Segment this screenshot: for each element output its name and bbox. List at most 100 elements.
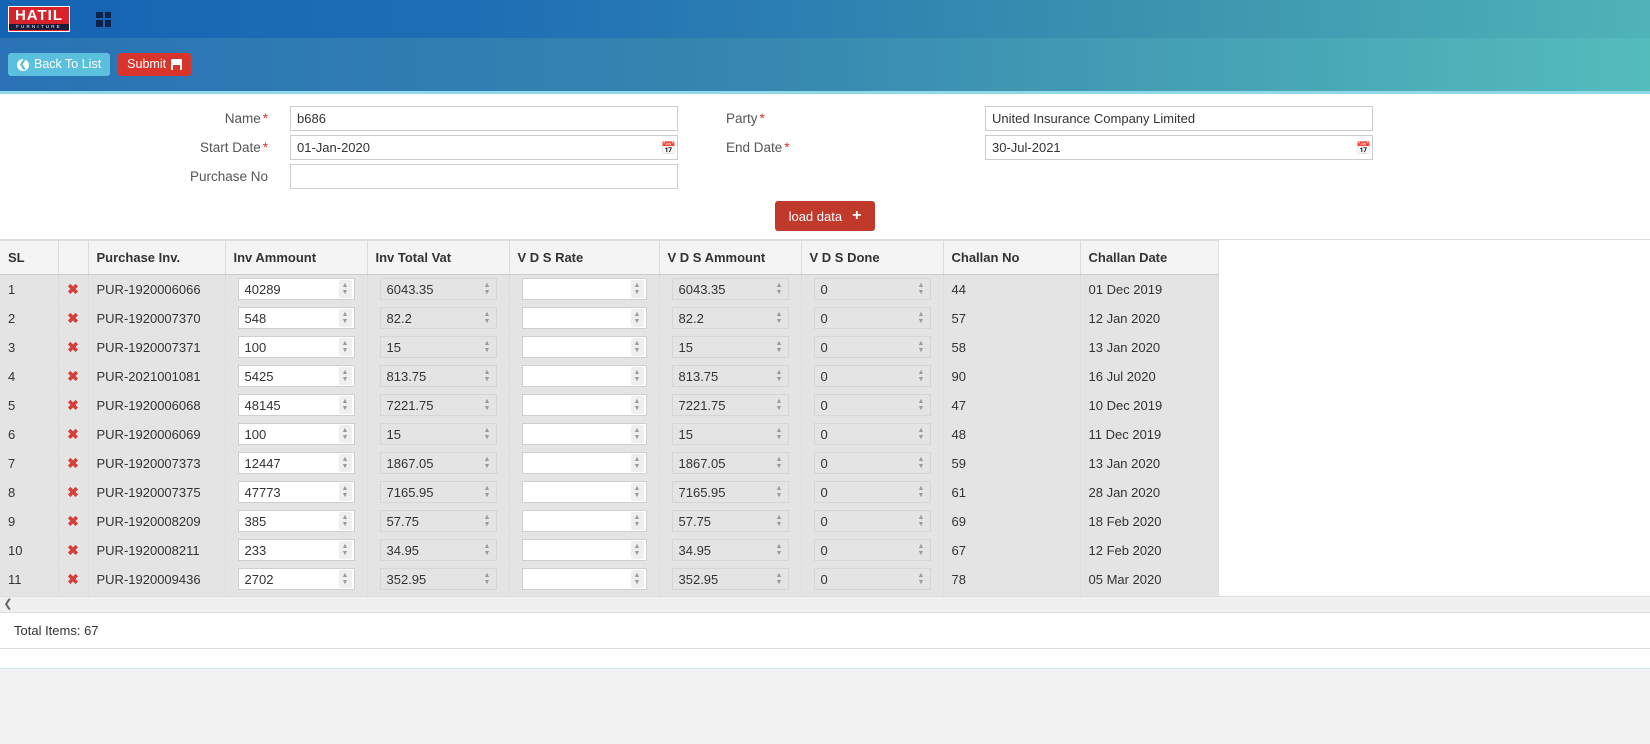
col-header-inv-total-vat[interactable]: Inv Total Vat (367, 240, 510, 275)
row-vds-amount-cell[interactable]: 7221.75 ▲ ▼ (659, 390, 802, 420)
row-vds-rate-value[interactable]: ▲ ▼ (521, 539, 647, 561)
spinner-icon[interactable]: ▲ ▼ (773, 396, 786, 414)
table-row[interactable]: 1 ✖ PUR-1920006066 40289 ▲ ▼ 6043.35 ▲ ▼ ▲ ▼ 6043.3… (0, 274, 1219, 304)
row-vds-rate-value[interactable]: ▲ ▼ (521, 568, 647, 590)
row-inv-total-vat-cell[interactable]: 82.2 ▲ ▼ (367, 303, 510, 333)
row-vds-done-cell[interactable]: 0▲▼ (801, 390, 944, 420)
delete-x-icon[interactable]: ✖ (67, 397, 79, 413)
spinner-icon[interactable]: ▲ ▼ (338, 280, 352, 298)
row-vds-rate-cell[interactable]: ▲▼ (509, 274, 660, 304)
row-vds-done-cell[interactable]: 0▲▼ (801, 303, 944, 333)
row-vds-done-cell[interactable]: 0▲▼ (801, 274, 944, 304)
row-inv-amount-cell[interactable]: 548 ▲ ▼ (225, 303, 368, 333)
row-vds-rate-cell[interactable]: ▲▼ (509, 448, 660, 478)
spinner-icon[interactable]: ▲ ▼ (338, 454, 352, 472)
row-delete-cell[interactable]: ✖ (58, 477, 89, 507)
row-vds-rate-value[interactable]: ▲ ▼ (521, 336, 647, 358)
delete-x-icon[interactable]: ✖ (67, 513, 79, 529)
name-input[interactable] (290, 106, 678, 131)
spinner-icon[interactable]: ▲ ▼ (338, 570, 352, 588)
spinner-icon[interactable]: ▲ ▼ (915, 483, 928, 501)
spinner-icon[interactable]: ▲ ▼ (630, 570, 644, 588)
row-vds-amount-cell[interactable]: 34.95 ▲ ▼ (659, 535, 802, 565)
row-vds-rate-value[interactable]: ▲ ▼ (521, 510, 647, 532)
spinner-icon[interactable]: ▲ ▼ (481, 425, 494, 443)
col-header-vds-done[interactable]: V D S Done (801, 240, 944, 275)
spinner-icon[interactable]: ▲ ▼ (915, 570, 928, 588)
row-inv-amount-cell[interactable]: 100 ▲ ▼ (225, 332, 368, 362)
row-delete-cell[interactable]: ✖ (58, 303, 89, 333)
spinner-icon[interactable]: ▲ ▼ (338, 541, 352, 559)
row-inv-amount-value[interactable]: 385 ▲ ▼ (237, 510, 355, 532)
spinner-icon[interactable]: ▲ ▼ (338, 396, 352, 414)
row-vds-rate-value[interactable]: ▲ ▼ (521, 481, 647, 503)
row-vds-rate-cell[interactable]: ▲▼ (509, 535, 660, 565)
delete-x-icon[interactable]: ✖ (67, 542, 79, 558)
spinner-icon[interactable]: ▲ ▼ (915, 280, 928, 298)
row-vds-rate-cell[interactable]: ▲▼ (509, 477, 660, 507)
row-delete-cell[interactable]: ✖ (58, 390, 89, 420)
spinner-icon[interactable]: ▲ ▼ (915, 425, 928, 443)
table-row[interactable]: 6 ✖ PUR-1920006069 100 ▲ ▼ 15 ▲ ▼ ▲ ▼ 15 ▲ ▼ 0 ▲ ▼ 48 11 D… (0, 419, 1219, 449)
row-inv-amount-value[interactable]: 2702 ▲ ▼ (237, 568, 355, 590)
row-inv-amount-cell[interactable]: 233 ▲ ▼ (225, 535, 368, 565)
row-inv-total-vat-cell[interactable]: 813.75 ▲ ▼ (367, 361, 510, 391)
spinner-icon[interactable]: ▲ ▼ (630, 483, 644, 501)
col-header-challan-date[interactable]: Challan Date (1080, 240, 1219, 275)
delete-x-icon[interactable]: ✖ (67, 484, 79, 500)
row-inv-amount-cell[interactable]: 47773 ▲ ▼ (225, 477, 368, 507)
grid-horizontal-scrollbar[interactable]: ❮ (0, 596, 1650, 613)
spinner-icon[interactable]: ▲ ▼ (481, 541, 494, 559)
spinner-icon[interactable]: ▲ ▼ (773, 309, 786, 327)
spinner-icon[interactable]: ▲ ▼ (481, 367, 494, 385)
row-delete-cell[interactable]: ✖ (58, 506, 89, 536)
spinner-icon[interactable]: ▲ ▼ (630, 367, 644, 385)
row-vds-done-cell[interactable]: 0▲▼ (801, 419, 944, 449)
row-inv-amount-value[interactable]: 5425 ▲ ▼ (237, 365, 355, 387)
row-inv-total-vat-cell[interactable]: 57.75 ▲ ▼ (367, 506, 510, 536)
spinner-icon[interactable]: ▲ ▼ (338, 309, 352, 327)
row-delete-cell[interactable]: ✖ (58, 274, 89, 304)
row-delete-cell[interactable]: ✖ (58, 361, 89, 391)
end-date-input[interactable] (985, 135, 1373, 160)
spinner-icon[interactable]: ▲ ▼ (773, 367, 786, 385)
row-vds-done-cell[interactable]: 0▲▼ (801, 361, 944, 391)
row-delete-cell[interactable]: ✖ (58, 564, 89, 594)
spinner-icon[interactable]: ▲ ▼ (773, 541, 786, 559)
col-header-challan-no[interactable]: Challan No (943, 240, 1081, 275)
load-data-button[interactable]: load data + (774, 201, 876, 231)
spinner-icon[interactable]: ▲ ▼ (481, 396, 494, 414)
spinner-icon[interactable]: ▲ ▼ (773, 512, 786, 530)
row-inv-total-vat-cell[interactable]: 6043.35 ▲ ▼ (367, 274, 510, 304)
spinner-icon[interactable]: ▲ ▼ (773, 454, 786, 472)
spinner-icon[interactable]: ▲ ▼ (338, 483, 352, 501)
row-vds-amount-cell[interactable]: 813.75 ▲ ▼ (659, 361, 802, 391)
spinner-icon[interactable]: ▲ ▼ (773, 425, 786, 443)
spinner-icon[interactable]: ▲ ▼ (915, 454, 928, 472)
row-inv-amount-cell[interactable]: 12447 ▲ ▼ (225, 448, 368, 478)
row-vds-amount-cell[interactable]: 352.95 ▲ ▼ (659, 564, 802, 594)
delete-x-icon[interactable]: ✖ (67, 455, 79, 471)
grid-apps-icon[interactable] (96, 11, 111, 27)
row-vds-amount-cell[interactable]: 15 ▲ ▼ (659, 332, 802, 362)
row-inv-amount-value[interactable]: 40289 ▲ ▼ (237, 278, 355, 300)
row-inv-amount-value[interactable]: 548 ▲ ▼ (237, 307, 355, 329)
submit-button[interactable]: Submit (118, 53, 192, 76)
row-vds-rate-value[interactable]: ▲ ▼ (521, 278, 647, 300)
row-delete-cell[interactable]: ✖ (58, 448, 89, 478)
table-row[interactable]: 10 ✖ PUR-1920008211 233 ▲ ▼ 34.95 ▲ ▼ ▲ ▼ 34.95 ▲ ▼ 0 ▲… (0, 535, 1219, 565)
table-row[interactable]: 3 ✖ PUR-1920007371 100 ▲ ▼ 15 ▲ ▼ ▲ ▼ 15 ▲ ▼ 0 ▲ ▼ 58 13 J… (0, 332, 1219, 362)
row-inv-amount-cell[interactable]: 48145 ▲ ▼ (225, 390, 368, 420)
spinner-icon[interactable]: ▲ ▼ (481, 454, 494, 472)
row-inv-total-vat-cell[interactable]: 352.95 ▲ ▼ (367, 564, 510, 594)
col-header-inv-amount[interactable]: Inv Ammount (225, 240, 368, 275)
spinner-icon[interactable]: ▲ ▼ (630, 454, 644, 472)
row-vds-amount-cell[interactable]: 82.2 ▲ ▼ (659, 303, 802, 333)
spinner-icon[interactable]: ▲ ▼ (481, 570, 494, 588)
row-inv-amount-value[interactable]: 100 ▲ ▼ (237, 423, 355, 445)
row-vds-amount-cell[interactable]: 6043.35 ▲ ▼ (659, 274, 802, 304)
spinner-icon[interactable]: ▲ ▼ (915, 367, 928, 385)
col-header-vds-rate[interactable]: V D S Rate (509, 240, 660, 275)
spinner-icon[interactable]: ▲ ▼ (481, 512, 494, 530)
scrollbar-track[interactable] (16, 597, 1650, 612)
